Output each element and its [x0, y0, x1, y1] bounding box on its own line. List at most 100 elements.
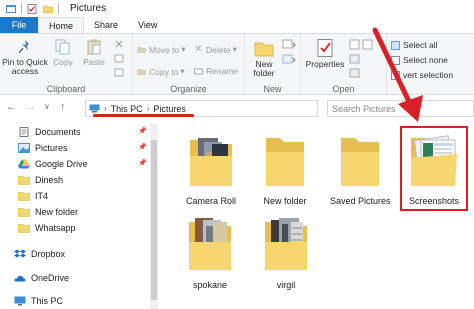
invert-selection-button[interactable]: vert selection — [391, 70, 453, 80]
sidebar-item-label: Dinesh — [35, 175, 64, 185]
sidebar-item-google-drive[interactable]: Google Drive — [18, 156, 88, 172]
sidebar-item-label: Whatsapp — [35, 223, 76, 233]
new-item-easy-access-icons[interactable] — [282, 39, 296, 79]
folder-icon — [341, 138, 379, 186]
select-none-button[interactable]: Select none — [391, 55, 448, 65]
pin-to-quick-access-button[interactable]: Pin to Quick access — [2, 38, 48, 76]
rename-icon — [194, 68, 203, 74]
sidebar-item-whatsapp[interactable]: Whatsapp — [18, 220, 76, 236]
ribbon-tabs: File Home Share View — [0, 17, 474, 33]
pin-icon[interactable]: 📌 — [138, 159, 147, 167]
sidebar-item-label: Pictures — [35, 143, 68, 153]
folder-camera-roll[interactable]: Camera Roll — [182, 134, 240, 206]
this-pc-icon — [14, 296, 26, 306]
rename-label: Rename — [206, 66, 239, 76]
copy-button[interactable]: Copy — [50, 38, 76, 67]
breadcrumb-highlight-underline — [93, 114, 194, 117]
folder-spokane[interactable]: spokane — [180, 216, 240, 290]
breadcrumb-chevron-icon: › — [146, 104, 150, 113]
rename-button[interactable]: Rename — [194, 66, 238, 76]
new-folder-icon[interactable] — [43, 4, 53, 14]
tab-share[interactable]: Share — [84, 17, 128, 33]
tab-file[interactable]: File — [0, 17, 38, 33]
folder-photos-icon — [265, 218, 307, 270]
folder-saved-pictures[interactable]: Saved Pictures — [330, 134, 391, 206]
open-edit-history-icons[interactable] — [349, 39, 379, 84]
search-input[interactable]: Search Pictures — [327, 100, 474, 117]
sidebar-item-this-pc[interactable]: This PC — [14, 293, 63, 309]
documents-icon — [19, 127, 29, 137]
delete-button[interactable]: ✕ Delete ▾ — [194, 44, 237, 55]
folder-label: New folder — [263, 196, 307, 206]
delete-label: Delete — [206, 44, 231, 55]
tab-home[interactable]: Home — [38, 17, 85, 33]
select-all-button[interactable]: Select all — [391, 40, 438, 50]
copy-to-label: Copy to — [149, 66, 179, 77]
select-all-label: Select all — [403, 40, 438, 50]
select-none-icon — [391, 55, 400, 65]
chevron-down-icon: ▾ — [180, 66, 185, 76]
folder-icon — [18, 192, 30, 201]
sidebar-item-dropbox[interactable]: Dropbox — [14, 246, 65, 262]
folder-label: virgil — [276, 280, 296, 290]
up-arrow-icon[interactable]: ↑ — [60, 101, 66, 113]
folder-label: Saved Pictures — [330, 196, 391, 206]
navigation-bar: ← → ∨ ↑ › This PC › Pictures Search Pict… — [0, 96, 474, 123]
sidebar-item-label: OneDrive — [31, 273, 70, 283]
move-to-button[interactable]: Move to ▾ — [137, 44, 186, 55]
sidebar-item-pictures[interactable]: Pictures — [18, 140, 68, 156]
navigation-pane: Documents Pictures Google Drive Dinesh I… — [0, 123, 160, 309]
sidebar-item-new-folder[interactable]: New folder — [18, 204, 78, 220]
clipboard-group-label: Clipboard — [46, 84, 86, 94]
properties-button[interactable]: Properties — [305, 38, 345, 69]
search-placeholder: Search Pictures — [332, 103, 396, 114]
forward-arrow-icon[interactable]: → — [25, 101, 36, 113]
folder-icon — [266, 138, 304, 186]
copy-icon — [55, 39, 70, 55]
cut-copypath-shortcut-icons[interactable] — [113, 39, 125, 79]
breadcrumb-chevron-icon: › — [104, 104, 107, 113]
sidebar-item-label: This PC — [31, 296, 64, 306]
screenshots-highlight-box — [400, 126, 468, 211]
pin-icon[interactable]: 📌 — [138, 127, 147, 135]
paste-button[interactable]: Paste — [80, 38, 108, 67]
google-drive-icon — [18, 159, 30, 169]
ribbon: Pin to Quick access Copy Paste Clipboard… — [0, 33, 474, 96]
select-group: Select all Select none vert selection — [387, 34, 474, 96]
delete-icon: ✕ — [194, 44, 203, 55]
sidebar-item-dinesh[interactable]: Dinesh — [18, 172, 63, 188]
folder-label: Camera Roll — [185, 196, 236, 206]
folder-virgil[interactable]: virgil — [256, 216, 316, 290]
breadcrumb-pictures[interactable]: Pictures — [153, 104, 186, 114]
back-arrow-icon[interactable]: ← — [6, 101, 17, 113]
chevron-down-icon: ▾ — [232, 44, 237, 54]
dropbox-icon — [14, 249, 26, 258]
new-folder-label: New folder — [253, 59, 275, 78]
clipboard-group: Pin to Quick access Copy Paste Clipboard — [0, 34, 133, 96]
new-group-label: New — [263, 84, 282, 94]
copy-to-button[interactable]: Copy to ▾ — [137, 66, 185, 77]
chevron-down-icon: ▾ — [181, 44, 186, 54]
move-to-label: Move to — [149, 44, 180, 55]
new-folder-button[interactable]: New folder — [249, 38, 279, 78]
sidebar-item-onedrive[interactable]: OneDrive — [14, 270, 69, 286]
title-bar: Pictures — [0, 0, 474, 17]
folder-icon — [18, 224, 30, 233]
folder-new-folder[interactable]: New folder — [256, 134, 314, 206]
window-title: Pictures — [70, 3, 107, 14]
breadcrumb-this-pc[interactable]: This PC — [111, 104, 143, 114]
properties-icon[interactable] — [27, 3, 37, 14]
pin-icon — [18, 40, 29, 54]
new-folder-icon — [254, 42, 274, 57]
sidebar-item-it4[interactable]: IT4 — [18, 188, 48, 204]
tab-view[interactable]: View — [128, 17, 167, 33]
folder-label: spokane — [192, 280, 228, 290]
folder-icon — [18, 176, 30, 185]
pin-icon[interactable]: 📌 — [138, 143, 147, 151]
sidebar-scrollbar-thumb[interactable] — [151, 140, 157, 300]
sidebar-item-label: IT4 — [35, 191, 49, 201]
sidebar-item-documents[interactable]: Documents — [18, 124, 81, 140]
open-group-label: Open — [332, 84, 355, 94]
recent-locations-chevron-icon[interactable]: ∨ — [44, 102, 50, 111]
organize-group: Move to ▾ ✕ Delete ▾ Copy to ▾ Rename Organ… — [133, 34, 245, 96]
